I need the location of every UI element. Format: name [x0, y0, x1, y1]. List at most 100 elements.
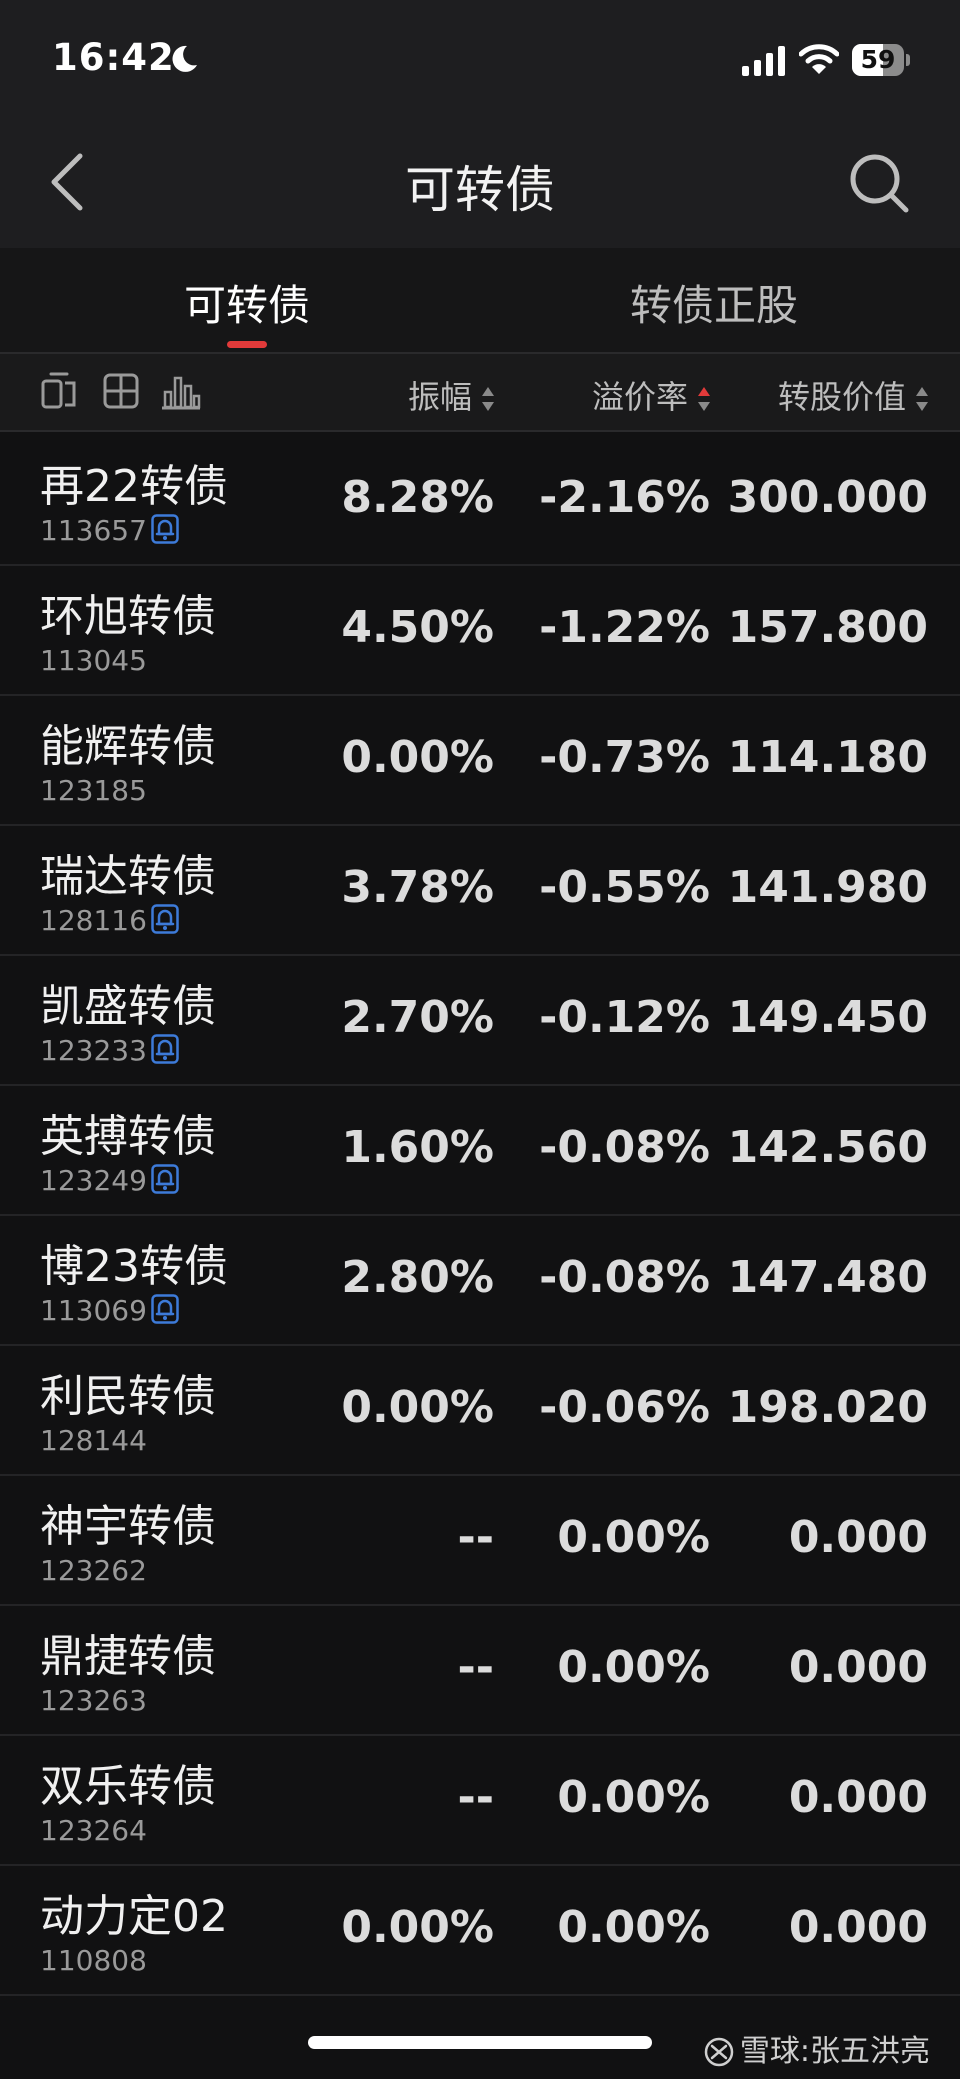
- table-row[interactable]: 动力定02 110808 0.00% 0.00% 0.000: [0, 1866, 960, 1996]
- bond-code: 113069: [40, 1294, 179, 1331]
- amplitude-value: 1.60%: [341, 1122, 494, 1173]
- column-header-amplitude[interactable]: 振幅: [408, 372, 496, 418]
- battery-icon: 59: [852, 44, 904, 76]
- conversion-value: 141.980: [727, 862, 928, 913]
- table-row[interactable]: 凯盛转债 123233 2.70% -0.12% 149.450: [0, 956, 960, 1086]
- premium-rate-value: 0.00%: [557, 1642, 710, 1693]
- bond-list: 再22转债 113657 8.28% -2.16% 300.000 环旭转债 1…: [0, 436, 960, 1996]
- status-time: 16:42: [52, 36, 175, 79]
- bond-name: 鼎捷转债: [40, 1631, 216, 1682]
- bond-name: 能辉转债: [40, 721, 216, 772]
- bell-alert-icon: [151, 514, 179, 551]
- bar-chart-icon[interactable]: [160, 372, 202, 414]
- bond-code-text: 123233: [40, 1034, 147, 1067]
- bond-name: 瑞达转债: [40, 851, 216, 902]
- premium-rate-value: -0.08%: [539, 1122, 710, 1173]
- bond-name: 动力定02: [40, 1891, 228, 1942]
- grid-view-icon[interactable]: [102, 372, 140, 414]
- status-bar: 16:42 59: [0, 0, 960, 120]
- amplitude-value: 0.00%: [341, 732, 494, 783]
- amplitude-value: 8.28%: [341, 472, 494, 523]
- watermark-brand: 雪球: [739, 2034, 800, 2069]
- amplitude-value: 2.70%: [341, 992, 494, 1043]
- column-header-premium-rate[interactable]: 溢价率: [592, 372, 712, 418]
- conversion-value: 0.000: [788, 1512, 928, 1563]
- swap-view-icon[interactable]: [40, 372, 80, 414]
- amplitude-value: --: [457, 1642, 494, 1693]
- bond-code-text: 123249: [40, 1164, 147, 1197]
- bond-code-text: 128116: [40, 904, 147, 937]
- premium-rate-value: -0.73%: [539, 732, 710, 783]
- conversion-value: 114.180: [727, 732, 928, 783]
- bond-code: 123233: [40, 1034, 179, 1071]
- bond-name: 环旭转债: [40, 591, 216, 642]
- bond-code: 123262: [40, 1554, 147, 1587]
- search-button[interactable]: [846, 150, 912, 216]
- bond-name: 双乐转债: [40, 1761, 216, 1812]
- column-header-amplitude-label: 振幅: [407, 378, 472, 416]
- watermark-author: 张五洪亮: [810, 2034, 930, 2069]
- bond-code-text: 123185: [40, 774, 147, 807]
- bond-code-text: 110808: [40, 1944, 147, 1977]
- bond-code: 123263: [40, 1684, 147, 1717]
- nav-bar: 可转债: [0, 120, 960, 248]
- premium-rate-value: -0.12%: [539, 992, 710, 1043]
- bell-alert-icon: [151, 1294, 179, 1331]
- home-indicator[interactable]: [308, 2036, 652, 2049]
- watermark: 雪球:张五洪亮: [704, 2026, 930, 2070]
- column-header-premium-rate-label: 溢价率: [591, 378, 688, 416]
- sort-arrows-icon: [482, 387, 494, 411]
- battery-level: 59: [860, 45, 896, 74]
- moon-icon: [170, 44, 198, 78]
- bond-code-text: 123264: [40, 1814, 147, 1847]
- table-row[interactable]: 再22转债 113657 8.28% -2.16% 300.000: [0, 436, 960, 566]
- amplitude-value: 0.00%: [341, 1382, 494, 1433]
- column-header: 振幅 溢价率 转股价值: [0, 354, 960, 432]
- premium-rate-value: -2.16%: [539, 472, 710, 523]
- conversion-value: 142.560: [727, 1122, 928, 1173]
- table-row[interactable]: 双乐转债 123264 -- 0.00% 0.000: [0, 1736, 960, 1866]
- premium-rate-value: 0.00%: [557, 1772, 710, 1823]
- search-icon: [850, 154, 909, 213]
- bond-code-text: 113069: [40, 1294, 147, 1327]
- bell-alert-icon: [151, 1034, 179, 1071]
- tab-convertible-bonds[interactable]: 可转债: [97, 272, 397, 333]
- bond-name: 利民转债: [40, 1371, 216, 1422]
- premium-rate-value: -1.22%: [539, 602, 710, 653]
- conversion-value: 157.800: [727, 602, 928, 653]
- amplitude-value: 3.78%: [341, 862, 494, 913]
- table-row[interactable]: 英搏转债 123249 1.60% -0.08% 142.560: [0, 1086, 960, 1216]
- bond-name: 凯盛转债: [40, 981, 216, 1032]
- amplitude-value: 2.80%: [341, 1252, 494, 1303]
- table-row[interactable]: 神宇转债 123262 -- 0.00% 0.000: [0, 1476, 960, 1606]
- conversion-value: 0.000: [788, 1772, 928, 1823]
- tab-bar: 可转债 转债正股: [0, 248, 960, 354]
- table-row[interactable]: 博23转债 113069 2.80% -0.08% 147.480: [0, 1216, 960, 1346]
- column-header-conversion-value-label: 转股价值: [777, 378, 906, 416]
- active-tab-indicator: [227, 341, 267, 348]
- bond-code: 128144: [40, 1424, 147, 1457]
- sort-arrows-icon: [916, 387, 928, 411]
- amplitude-value: 0.00%: [341, 1902, 494, 1953]
- column-header-conversion-value[interactable]: 转股价值: [778, 372, 930, 418]
- bond-code-text: 123263: [40, 1684, 147, 1717]
- premium-rate-value: -0.08%: [539, 1252, 710, 1303]
- cellular-signal-icon: [742, 46, 786, 80]
- bond-name: 神宇转债: [40, 1501, 216, 1552]
- premium-rate-value: -0.06%: [539, 1382, 710, 1433]
- bond-name: 英搏转债: [40, 1111, 216, 1162]
- amplitude-value: --: [457, 1772, 494, 1823]
- table-row[interactable]: 鼎捷转债 123263 -- 0.00% 0.000: [0, 1606, 960, 1736]
- bond-name: 再22转债: [40, 461, 228, 512]
- conversion-value: 198.020: [727, 1382, 928, 1433]
- wifi-icon: [798, 42, 840, 80]
- conversion-value: 147.480: [727, 1252, 928, 1303]
- tab-underlying-stocks[interactable]: 转债正股: [564, 272, 864, 333]
- table-row[interactable]: 利民转债 128144 0.00% -0.06% 198.020: [0, 1346, 960, 1476]
- conversion-value: 0.000: [788, 1902, 928, 1953]
- premium-rate-value: 0.00%: [557, 1902, 710, 1953]
- table-row[interactable]: 能辉转债 123185 0.00% -0.73% 114.180: [0, 696, 960, 826]
- table-row[interactable]: 瑞达转债 128116 3.78% -0.55% 141.980: [0, 826, 960, 956]
- table-row[interactable]: 环旭转债 113045 4.50% -1.22% 157.800: [0, 566, 960, 696]
- sort-ascending-icon: [698, 387, 710, 411]
